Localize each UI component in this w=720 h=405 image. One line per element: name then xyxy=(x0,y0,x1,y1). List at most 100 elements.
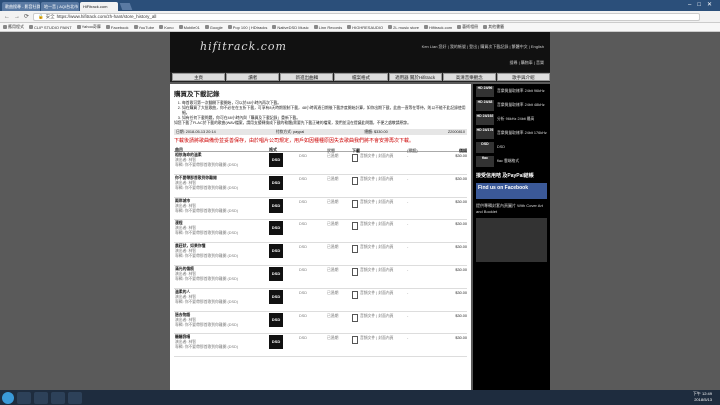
bookmark-item[interactable]: Hifitrack.com xyxy=(424,25,452,30)
download-links[interactable]: 音頻文件 | 封面內頁 xyxy=(360,336,393,356)
bookmark-item[interactable]: 應用程式 xyxy=(3,24,24,30)
new-tab-button[interactable] xyxy=(119,3,133,10)
download-links[interactable]: 音頻文件 | 封面內頁 xyxy=(360,177,393,197)
track-album: 專輯: 你不要帶那首歌到你離開 (DSD) xyxy=(175,185,239,190)
pdf-icon[interactable] xyxy=(352,154,358,162)
track-info: 漫程 演出者: 林智 專輯: 你不要帶那首歌到你離開 (DSD) xyxy=(174,220,269,242)
bookmark-item[interactable]: 藝術相冊 xyxy=(457,24,478,30)
bookmark-item[interactable]: NativeDSD Music xyxy=(272,25,309,30)
bookmark-item[interactable]: Google xyxy=(204,25,223,30)
bookmark-item[interactable]: 其他書籤 xyxy=(483,24,504,30)
status-cell: 已過期 xyxy=(327,176,339,181)
pdf-icon[interactable] xyxy=(352,199,358,208)
url-field[interactable]: 🔒 安全 https://www.hifitrack.com/zh-hant/sto… xyxy=(33,12,700,21)
media-icon[interactable] xyxy=(51,391,65,404)
pdf-icon[interactable] xyxy=(352,336,358,345)
bookmark-icon xyxy=(313,25,318,30)
col-header: (預設) xyxy=(407,148,418,153)
pdf-icon[interactable] xyxy=(352,222,358,231)
type-cell: DSD xyxy=(299,154,308,158)
format-cell: DSD xyxy=(269,266,299,288)
download-links[interactable]: 音頻文件 | 封面內頁 xyxy=(360,245,393,265)
bookmark-item[interactable]: 2L music store xyxy=(388,25,419,30)
menu-item[interactable]: 高清音樂觀念 xyxy=(442,73,496,81)
bookmark-label: Mobile01 xyxy=(183,24,200,30)
dash-cell: - xyxy=(407,313,409,318)
pdf-icon[interactable] xyxy=(352,245,358,254)
pdf-icon[interactable] xyxy=(352,313,358,322)
folder-icon[interactable] xyxy=(34,391,48,404)
col-header: 曲目 xyxy=(175,147,183,152)
track-info: 聽聽我唱 演出者: 林智 專輯: 你不要帶那首歌到你離開 (DSD) xyxy=(174,334,269,356)
bookmark-label: 其他書籤 xyxy=(488,24,505,29)
format-cell: DSD xyxy=(269,289,299,311)
reload-icon[interactable]: ⟳ xyxy=(24,13,29,20)
download-cell: 音頻文件 | 封面內頁 xyxy=(352,289,407,311)
bookmark-item[interactable]: HIGHRESAUDIO xyxy=(347,25,383,30)
download-links[interactable]: 音頻文件 | 封面內頁 xyxy=(360,154,393,174)
download-links[interactable]: 音頻文件 | 封面內頁 xyxy=(360,291,393,311)
ie-icon[interactable] xyxy=(17,391,31,404)
taskbar: 下午 12:49 2018/5/13 xyxy=(0,390,720,405)
menu-item[interactable]: 新進出曲輯 xyxy=(280,73,334,81)
track-album: 專輯: 你不要帶那首歌到你離開 (DSD) xyxy=(175,345,239,350)
bookmark-icon xyxy=(424,25,429,30)
bookmark-item[interactable]: YouTube xyxy=(133,25,154,30)
bookmark-item[interactable]: Kono xyxy=(159,25,174,30)
chrome-icon[interactable] xyxy=(68,391,82,404)
browser-tab-active[interactable]: HiFitrack.com xyxy=(80,2,118,11)
download-links[interactable]: 音頻文件 | 封面內頁 xyxy=(360,268,393,288)
bookmark-label: CLIP STUDIO PAINT xyxy=(34,24,72,30)
table-row: 你不要帶那首歌到你離開 演出者: 林智 專輯: 你不要帶那首歌到你離開 (DSD) D… xyxy=(174,175,467,198)
user-links[interactable]: Ken Lian 您好 | 我的帳號 | 登出 | 購買次下載記錄 | 繁體中文… xyxy=(422,44,544,50)
download-cell: 音頻文件 | 封面內頁 xyxy=(352,152,407,174)
browser-tab[interactable]: 歌曲搜尋 - 影音社群 xyxy=(2,2,40,11)
window-controls[interactable]: –□✕ xyxy=(688,1,718,8)
pdf-icon[interactable] xyxy=(352,176,358,185)
pdf-icon[interactable] xyxy=(352,267,358,276)
hd-badge-icon: DSD xyxy=(476,141,494,153)
dsd-badge-icon: DSD xyxy=(269,289,283,304)
menu-item[interactable]: 適用器 關於Hifitrack xyxy=(388,73,442,81)
pdf-icon[interactable] xyxy=(352,290,358,299)
download-warning: 下載後請將歌曲備份並妥善保存，由於唱片公司規定，用戶如因種種原因失去歌曲我們將不… xyxy=(174,138,415,144)
bookmark-item[interactable]: CLIP STUDIO PAINT xyxy=(29,25,72,30)
bookmark-icon xyxy=(105,25,110,30)
paypal-banner[interactable]: 接受信用咭 及PayPal結帳 xyxy=(476,172,547,179)
facebook-banner[interactable]: Find us on Facebook xyxy=(476,183,547,199)
download-links[interactable]: 音頻文件 | 封面內頁 xyxy=(360,314,393,334)
forward-icon[interactable]: → xyxy=(14,14,20,20)
bookmark-item[interactable]: Facebook xyxy=(105,25,129,30)
menu-item[interactable]: 歌手與介紹 xyxy=(496,73,550,81)
status-cell: 已過期 xyxy=(327,245,339,250)
dsd-badge-icon: DSD xyxy=(269,175,283,190)
browser-tab[interactable]: 地一音 | AQI台北市 xyxy=(41,2,79,11)
bookmark-icon xyxy=(457,24,462,29)
col-header: 格式 xyxy=(269,147,277,152)
bookmark-item[interactable]: Mobile01 xyxy=(178,24,200,30)
bookmark-label: 2L music store xyxy=(393,24,420,30)
menu-item[interactable]: 讀者 xyxy=(226,73,280,81)
download-links[interactable]: 音頻文件 | 封面內頁 xyxy=(360,222,393,242)
menu-item[interactable]: 檔案格式 xyxy=(334,73,388,81)
format-cell: DSD xyxy=(269,198,299,220)
bookmark-item[interactable]: Linn Records xyxy=(313,25,342,30)
bookmark-item[interactable]: Pop 100 | HDtracks xyxy=(227,25,267,30)
status-cell: 已過期 xyxy=(327,154,339,158)
download-links[interactable]: 音頻文件 | 封面內頁 xyxy=(360,200,393,220)
page-title: 購買及下載記錄 xyxy=(174,91,220,98)
format-cell: DSD xyxy=(269,312,299,334)
track-info: 你不要帶那首歌到你離開 演出者: 林智 專輯: 你不要帶那首歌到你離開 (DSD) xyxy=(174,175,269,197)
track-info: 兩岸城市 演出者: 林智 專輯: 你不要帶那首歌到你離開 (DSD) xyxy=(174,198,269,220)
bookmark-item[interactable]: Yahoo奇摩 xyxy=(76,24,101,30)
order-summary-bar: 日期: 2018-05-13 20:14 付款方式: paypal 總額: $3… xyxy=(174,129,467,135)
album-promo-image[interactable] xyxy=(476,218,547,262)
bookmarks-bar: 應用程式 CLIP STUDIO PAINT Yahoo奇摩 Facebook YouT… xyxy=(0,23,720,32)
site-logo[interactable]: hifitrack.com xyxy=(200,40,287,53)
table-row: 農莊狀，如果你懂 演出者: 林智 專輯: 你不要帶那首歌到你離開 (DSD) DSD D… xyxy=(174,243,467,266)
back-icon[interactable]: ← xyxy=(4,14,10,20)
search-cart-links[interactable]: 搜尋 | 購物車 | 音樂 xyxy=(509,60,544,66)
windows-start-icon[interactable] xyxy=(2,391,14,404)
price-cell: $30.00 xyxy=(455,336,467,341)
menu-item[interactable]: 主頁 xyxy=(172,73,226,81)
